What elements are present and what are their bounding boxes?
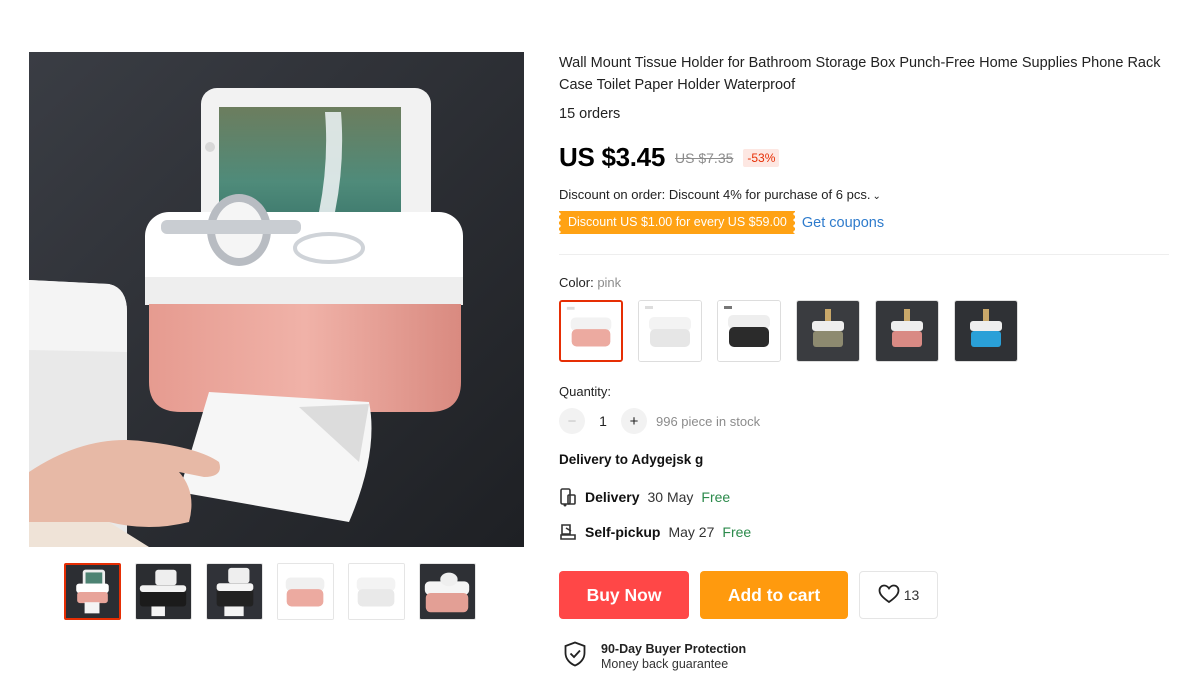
- heart-icon: [878, 584, 900, 607]
- color-swatch-pink[interactable]: [559, 300, 623, 362]
- color-swatch-black[interactable]: [717, 300, 781, 362]
- quantity-value[interactable]: 1: [585, 413, 621, 429]
- stock-count: 996 piece in stock: [656, 413, 761, 429]
- main-product-image[interactable]: [29, 52, 524, 547]
- wishlist-button[interactable]: 13: [859, 571, 938, 619]
- orders-count: 15 orders: [559, 106, 621, 122]
- shield-check-icon: [563, 641, 587, 672]
- color-swatches: [559, 300, 1018, 362]
- color-swatch-white[interactable]: [638, 300, 702, 362]
- buyer-protection-title: 90-Day Buyer Protection: [601, 641, 747, 656]
- buy-now-button[interactable]: Buy Now: [559, 571, 689, 619]
- thumbnail-2[interactable]: [135, 563, 192, 620]
- order-discount-label: Discount on order: Discount 4% for purch…: [559, 187, 871, 202]
- thumbnail-1[interactable]: [64, 563, 121, 620]
- pickup-label: Self-pickup: [585, 524, 661, 540]
- buyer-protection: 90-Day Buyer Protection Money back guara…: [563, 641, 746, 672]
- chevron-down-icon: ⌄: [872, 191, 881, 202]
- color-label: Color: pink: [559, 275, 621, 290]
- self-pickup-option: Self-pickup May 27 Free: [559, 522, 751, 542]
- thumbnail-strip: [64, 563, 476, 620]
- pickup-date: May 27: [668, 524, 715, 540]
- coupon-badge: Discount US $1.00 for every US $59.00: [559, 211, 795, 234]
- discount-percent-badge: -53%: [743, 148, 780, 167]
- thumbnail-4[interactable]: [277, 563, 334, 620]
- coupon-row: Discount US $1.00 for every US $59.00 Ge…: [559, 211, 884, 234]
- buyer-protection-subtitle: Money back guarantee: [601, 656, 729, 671]
- quantity-decrease-button[interactable]: −: [559, 408, 585, 434]
- pickup-box-icon: [559, 522, 577, 542]
- thumbnail-6[interactable]: [419, 563, 476, 620]
- thumbnail-3[interactable]: [206, 563, 263, 620]
- add-to-cart-button[interactable]: Add to cart: [700, 571, 848, 619]
- product-title: Wall Mount Tissue Holder for Bathroom St…: [559, 55, 1161, 93]
- delivery-location[interactable]: Delivery to Adygejsk g: [559, 452, 703, 467]
- color-swatch-pink-deco[interactable]: [875, 300, 939, 362]
- original-price: US $7.35: [675, 149, 734, 166]
- buyer-protection-text: 90-Day Buyer Protection Money back guara…: [601, 642, 746, 672]
- quantity-label: Quantity:: [559, 384, 612, 399]
- selected-color-value: pink: [597, 275, 622, 290]
- color-swatch-green-deco[interactable]: [796, 300, 860, 362]
- delivery-price: Free: [701, 489, 731, 505]
- delivery-option: Delivery 30 May Free: [559, 487, 730, 507]
- thumbnail-5[interactable]: [348, 563, 405, 620]
- quantity-stepper: − 1 + 996 piece in stock: [559, 408, 760, 434]
- delivery-label: Delivery: [585, 489, 640, 505]
- color-label-text: Color:: [559, 275, 594, 290]
- delivery-truck-icon: [559, 487, 577, 507]
- wishlist-count: 13: [903, 587, 920, 603]
- quantity-increase-button[interactable]: +: [621, 408, 647, 434]
- divider: [559, 254, 1169, 255]
- current-price: US $3.45: [559, 142, 666, 172]
- price-row: US $3.45 US $7.35 -53%: [559, 142, 780, 173]
- color-swatch-blue-deco[interactable]: [954, 300, 1018, 362]
- get-coupons-link[interactable]: Get coupons: [802, 215, 884, 231]
- delivery-date: 30 May: [647, 489, 694, 505]
- pickup-price: Free: [722, 524, 752, 540]
- order-discount-dropdown[interactable]: Discount on order: Discount 4% for purch…: [559, 187, 881, 202]
